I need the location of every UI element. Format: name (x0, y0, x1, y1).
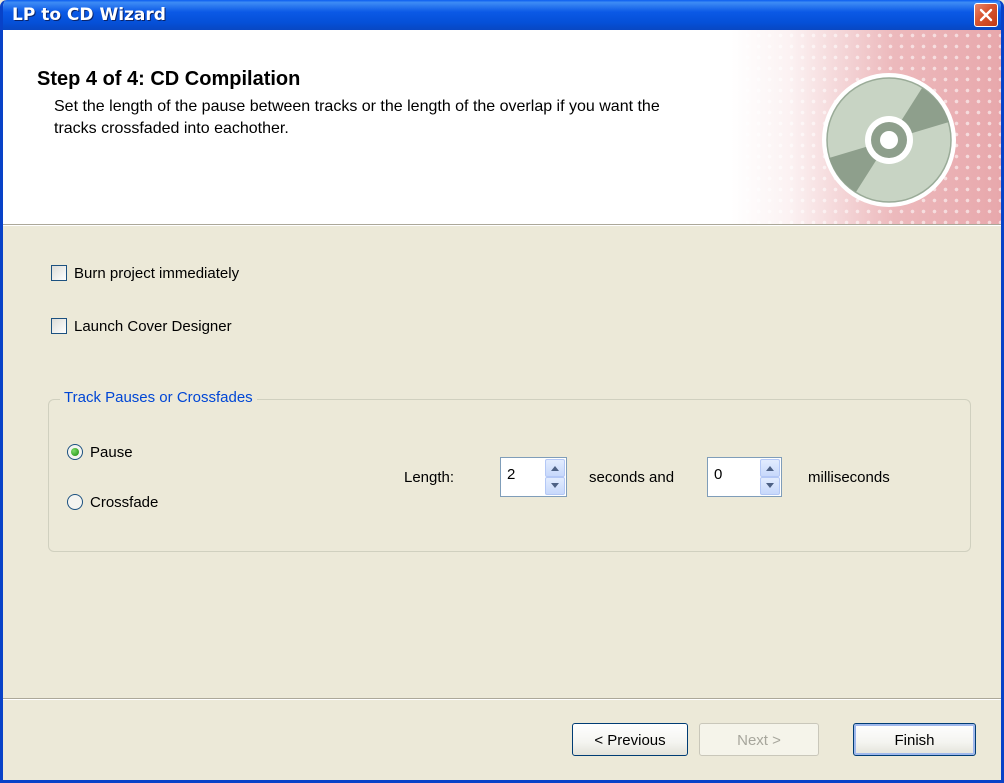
chevron-up-icon (551, 466, 559, 471)
seconds-up-button[interactable] (545, 459, 565, 477)
seconds-spinner[interactable]: 2 (500, 457, 567, 497)
close-button[interactable] (974, 3, 998, 27)
pause-label[interactable]: Pause (90, 444, 133, 461)
milliseconds-up-button[interactable] (760, 459, 780, 477)
title-bar[interactable]: LP to CD Wizard (3, 0, 1001, 30)
pause-radio[interactable] (67, 444, 83, 460)
burn-immediately-label[interactable]: Burn project immediately (74, 265, 239, 282)
cd-disc-icon (822, 73, 956, 207)
seconds-and-label: seconds and (589, 469, 675, 486)
next-button[interactable]: Next > (699, 723, 819, 756)
milliseconds-spinner[interactable]: 0 (707, 457, 782, 497)
close-icon (979, 8, 993, 22)
milliseconds-down-button[interactable] (760, 477, 780, 495)
window-title: LP to CD Wizard (12, 5, 166, 25)
chevron-up-icon (766, 466, 774, 471)
finish-button[interactable]: Finish (853, 723, 976, 756)
milliseconds-label: milliseconds (808, 469, 890, 486)
seconds-spin-buttons (545, 459, 565, 495)
chevron-down-icon (551, 483, 559, 488)
step-description: Set the length of the pause between trac… (54, 98, 660, 137)
track-pauses-group-title: Track Pauses or Crossfades (60, 389, 257, 406)
launch-cover-designer-label[interactable]: Launch Cover Designer (74, 318, 232, 335)
milliseconds-spin-buttons (760, 459, 780, 495)
burn-immediately-checkbox-row[interactable]: Burn project immediately (51, 263, 239, 283)
crossfade-radio-row[interactable]: Crossfade (67, 492, 158, 512)
length-label: Length: (404, 469, 455, 486)
wizard-window: LP to CD Wizard Step 4 of 4: CD Compilat… (0, 0, 1004, 783)
launch-cover-designer-checkbox[interactable] (51, 318, 67, 334)
step-title: Step 4 of 4: CD Compilation (37, 68, 301, 90)
crossfade-label[interactable]: Crossfade (90, 494, 158, 511)
seconds-down-button[interactable] (545, 477, 565, 495)
milliseconds-value[interactable]: 0 (714, 466, 722, 483)
header-separator (3, 224, 1001, 226)
previous-button[interactable]: < Previous (572, 723, 688, 756)
footer-separator (3, 698, 1001, 700)
wizard-header: Step 4 of 4: CD Compilation Set the leng… (3, 30, 1001, 224)
crossfade-radio[interactable] (67, 494, 83, 510)
chevron-down-icon (766, 483, 774, 488)
burn-immediately-checkbox[interactable] (51, 265, 67, 281)
launch-cover-designer-checkbox-row[interactable]: Launch Cover Designer (51, 316, 232, 336)
seconds-value[interactable]: 2 (507, 466, 515, 483)
pause-radio-row[interactable]: Pause (67, 442, 133, 462)
